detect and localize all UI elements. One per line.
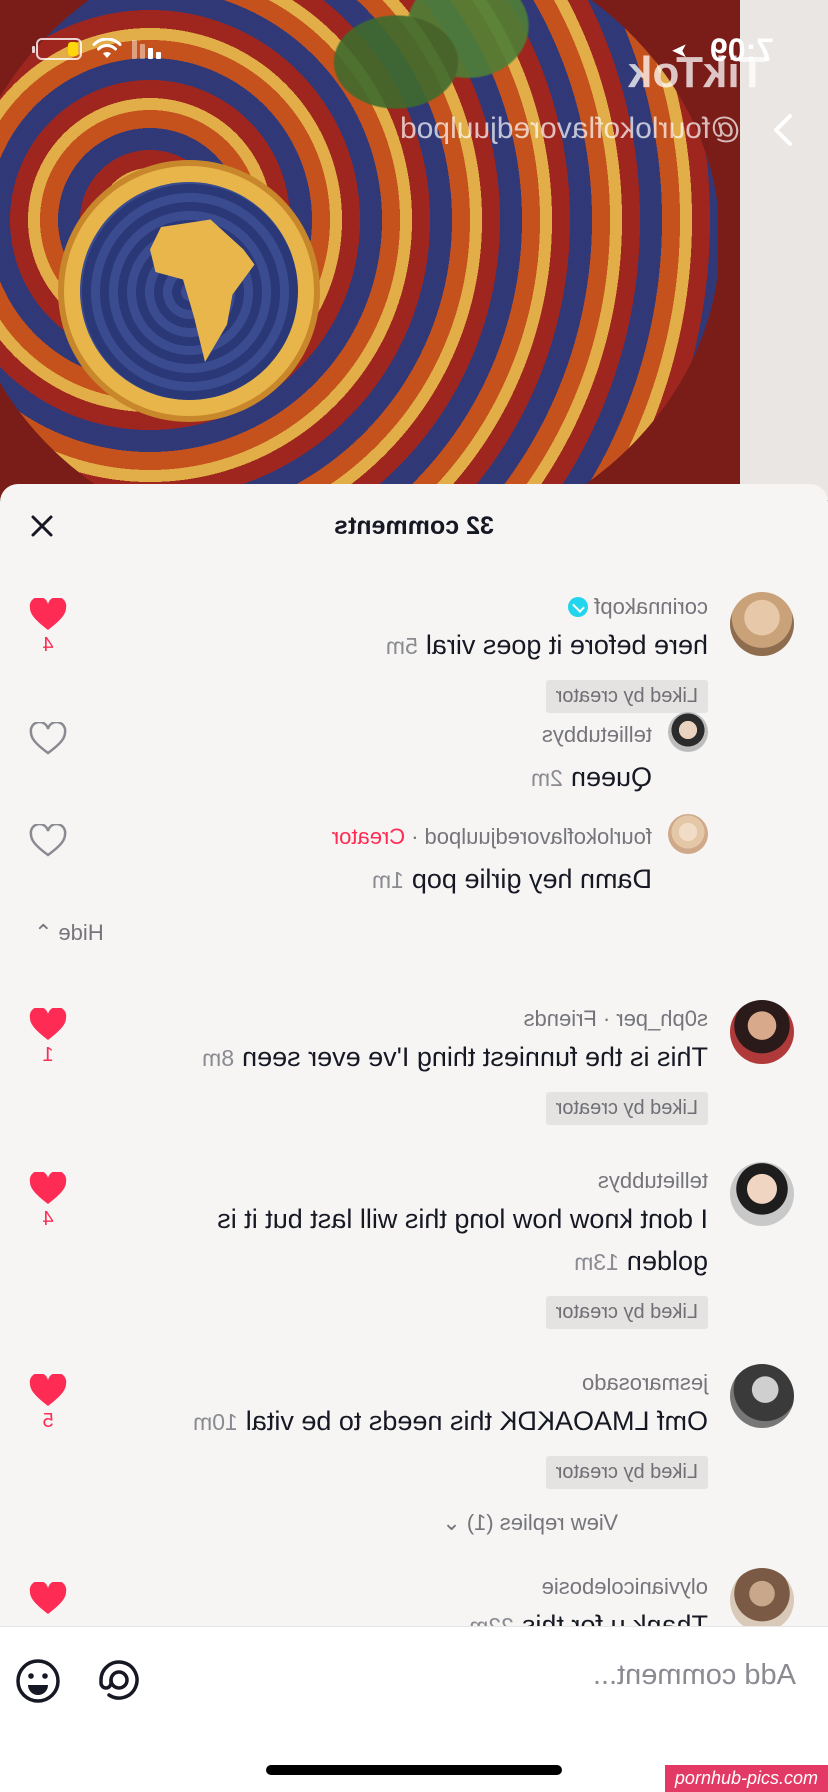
hide-replies-button[interactable]: Hide⌃ [34, 920, 104, 946]
comment-count-title: 32 comments [334, 512, 494, 540]
cellular-signal-icon [132, 39, 161, 59]
comments-sheet: 32 comments corinnakopf here before it g… [0, 484, 828, 1792]
comment-text: This is the funniest thing I've ever see… [202, 1042, 708, 1072]
tapestry-globe [58, 160, 320, 422]
heart-filled-icon [29, 1374, 67, 1406]
verified-icon [568, 597, 589, 617]
like-count: 4 [42, 634, 54, 656]
like-button[interactable]: 5 [26, 1374, 70, 1433]
comment-item[interactable]: jesmarosado Omf LMAOAKDK this needs to b… [0, 1364, 828, 1544]
comment-username[interactable]: jesmarosado [582, 1370, 708, 1396]
battery-icon [32, 38, 82, 60]
like-count: 4 [42, 1208, 54, 1230]
view-replies-button[interactable]: View replies (1)⌄ [442, 1510, 618, 1536]
chevron-up-icon: ⌃ [34, 920, 53, 945]
friends-tag: Friends [523, 1006, 597, 1031]
creator-tag: Creator [331, 824, 406, 849]
at-mention-icon[interactable] [96, 1657, 142, 1703]
avatar[interactable] [730, 1364, 794, 1428]
comment-list[interactable]: corinnakopf here before it goes viral5m … [0, 564, 828, 1710]
chevron-left-icon[interactable] [766, 112, 802, 148]
comment-time: 10m [193, 1409, 238, 1435]
comment-time: 5m [385, 633, 418, 659]
avatar[interactable] [730, 1000, 794, 1064]
comment-item[interactable]: corinnakopf here before it goes viral5m … [0, 588, 828, 713]
comment-time: 2m [530, 765, 563, 791]
heart-outline-icon [29, 722, 67, 755]
handle-watermark: @fourlokoflavoredjuulpod [400, 112, 741, 145]
comment-username[interactable]: fourlokoflavoredjuulpod·Creator [332, 824, 652, 850]
site-watermark: pornhub-pics.com [664, 1765, 828, 1792]
like-count: 1 [42, 1044, 54, 1066]
tapestry-ocean [80, 182, 298, 400]
like-button[interactable]: 4 [26, 598, 70, 657]
comment-text: I dont know how long this will last but … [217, 1204, 708, 1276]
avatar[interactable] [668, 712, 708, 752]
chevron-down-icon: ⌄ [442, 1510, 461, 1535]
heart-filled-icon [29, 1582, 67, 1614]
heart-outline-icon [29, 824, 67, 857]
status-bar: 7:09 ➤ [0, 28, 828, 72]
close-icon[interactable] [26, 510, 58, 542]
liked-by-creator-badge: Liked by creator [545, 1456, 708, 1489]
heart-filled-icon [29, 1008, 67, 1040]
like-count: 5 [42, 1410, 54, 1432]
liked-by-creator-badge: Liked by creator [545, 680, 708, 713]
comment-username[interactable]: tellietubbys [542, 722, 652, 748]
comment-time: 13m [574, 1249, 619, 1275]
heart-filled-icon [29, 598, 67, 630]
comment-username[interactable]: s0ph_per·Friends [524, 1006, 708, 1032]
avatar[interactable] [730, 592, 794, 656]
like-button[interactable]: 4 [26, 1172, 70, 1231]
comment-username[interactable]: tellietubbys [598, 1168, 708, 1194]
comment-item[interactable]: tellietubbys I dont know how long this w… [0, 1162, 828, 1332]
like-button[interactable] [26, 722, 70, 756]
heart-filled-icon [29, 1172, 67, 1204]
avatar[interactable] [668, 814, 708, 854]
reply-item[interactable]: tellietubbys Queen2m [0, 712, 828, 802]
location-arrow-icon: ➤ [671, 40, 688, 62]
home-indicator [266, 1765, 562, 1775]
comment-username[interactable]: olyvianicolebosie [542, 1574, 708, 1600]
comment-text: here before it goes viral5m [385, 630, 708, 660]
add-comment-input[interactable]: Add comment... [593, 1659, 796, 1692]
comment-text: Omf LMAOAKDK this needs to be vital10m [193, 1406, 708, 1436]
africa-shape [150, 219, 255, 362]
like-button[interactable]: 1 [26, 1008, 70, 1067]
like-button[interactable] [26, 1582, 70, 1616]
comment-text: Damn hey girlie pop1m [371, 864, 652, 894]
avatar[interactable] [730, 1568, 794, 1632]
comment-time: 1m [371, 867, 404, 893]
comment-text: Queen2m [530, 762, 652, 792]
status-icons [32, 38, 161, 60]
sheet-header: 32 comments [0, 484, 828, 564]
avatar[interactable] [730, 1162, 794, 1226]
liked-by-creator-badge: Liked by creator [545, 1296, 708, 1329]
comment-item[interactable]: s0ph_per·Friends This is the funniest th… [0, 1000, 828, 1130]
reply-item[interactable]: fourlokoflavoredjuulpod·Creator Damn hey… [0, 814, 828, 904]
comment-time: 8m [202, 1045, 235, 1071]
liked-by-creator-badge: Liked by creator [545, 1092, 708, 1125]
status-time: 7:09 [709, 32, 774, 68]
wifi-icon [92, 38, 122, 58]
like-button[interactable] [26, 824, 70, 858]
comment-username[interactable]: corinnakopf [568, 594, 708, 620]
emoji-icon[interactable] [14, 1657, 62, 1705]
